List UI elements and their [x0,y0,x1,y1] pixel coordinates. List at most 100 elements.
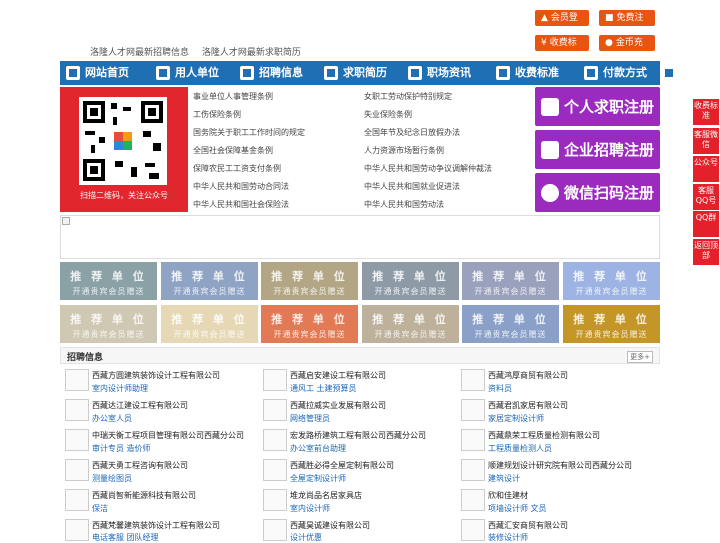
company-name[interactable]: 西藏胜必得全屋定制有限公司 [290,460,394,471]
recommend-slot[interactable]: 推 荐 单 位开通贵宾会员赠送 [60,305,157,343]
login-button[interactable]: ▲ 会员登录 [535,10,589,39]
job-position[interactable]: 项墙设计师 文员 [488,503,547,514]
company-logo[interactable] [263,489,287,511]
nav-resumes[interactable]: 求职简历 [318,61,402,85]
job-position[interactable]: 网络管理员 [290,413,330,424]
law-link[interactable]: 女职工劳动保护特别规定 [364,91,452,102]
company-name[interactable]: 西藏汇安商贸有限公司 [488,520,568,531]
law-link[interactable]: 中华人民共和国就业促进法 [364,181,460,192]
top-link-jobs[interactable]: 洛隆人才网最新招聘信息 [90,48,189,58]
job-position[interactable]: 办公室前台助理 [290,443,346,454]
job-position[interactable]: 全屋定制设计师 [290,473,346,484]
company-logo[interactable] [461,459,485,481]
company-name[interactable]: 西藏启安建设工程有限公司 [290,370,386,381]
company-logo[interactable] [65,459,89,481]
company-logo[interactable] [65,489,89,511]
company-logo[interactable] [65,399,89,421]
company-logo[interactable] [461,429,485,451]
company-name[interactable]: 堆龙尚品名居家具店 [290,490,362,501]
company-name[interactable]: 欣和佳建材 [488,490,528,501]
company-logo[interactable] [263,369,287,391]
job-position[interactable]: 测量绘图员 [92,473,132,484]
company-logo[interactable] [65,369,89,391]
law-link[interactable]: 人力资源市场暂行条例 [364,145,444,156]
job-position[interactable]: 审计专员 造价师 [92,443,151,454]
job-position[interactable]: 设计优惠 [290,532,322,543]
company-name[interactable]: 西藏昊诚建设有限公司 [290,520,370,531]
job-position[interactable]: 建筑设计 [488,473,520,484]
company-logo[interactable] [263,399,287,421]
law-link[interactable]: 全国年节及纪念日放假办法 [364,127,460,138]
nav-news[interactable]: 职场资讯 [402,61,490,85]
nav-home[interactable]: 网站首页 [60,61,150,85]
nav-jobs[interactable]: 招聘信息 [234,61,318,85]
company-logo[interactable] [263,429,287,451]
law-link[interactable]: 失业保险条例 [364,109,412,120]
law-link[interactable]: 国务院关于职工工作时间的规定 [193,127,305,138]
nav-pricing[interactable]: 收费标准 [490,61,578,85]
recommend-slot[interactable]: 推 荐 单 位开通贵宾会员赠送 [161,262,258,300]
company-name[interactable]: 西藏君凯家居有限公司 [488,400,568,411]
nav-payment[interactable]: 付款方式 [578,61,656,85]
company-name[interactable]: 西藏鸿厚商贸有限公司 [488,370,568,381]
company-logo[interactable] [461,399,485,421]
company-name[interactable]: 中瑞天衡工程项目管理有限公司西藏分公司 [92,430,244,441]
job-position[interactable]: 室内设计师 [290,503,330,514]
recommend-slot[interactable]: 推 荐 单 位开通贵宾会员赠送 [362,262,459,300]
law-link[interactable]: 中华人民共和国社会保险法 [193,199,289,210]
side-qq-button[interactable]: 客服QQ号 [693,184,719,210]
job-position[interactable]: 工程质量检测人员 [488,443,552,454]
job-position[interactable]: 家居定制设计师 [488,413,544,424]
side-pricing-button[interactable]: 收费标准 [693,99,719,125]
law-link[interactable]: 保障农民工工资支付条例 [193,163,281,174]
law-link[interactable]: 全国社会保障基金条例 [193,145,273,156]
company-name[interactable]: 西藏方圆建筑装饰设计工程有限公司 [92,370,220,381]
nav-employers[interactable]: 用人单位 [150,61,234,85]
recommend-slot[interactable]: 推 荐 单 位开通贵宾会员赠送 [462,305,559,343]
company-logo[interactable] [461,369,485,391]
job-position[interactable]: 办公室人员 [92,413,132,424]
company-name[interactable]: 西藏天勇工程咨询有限公司 [92,460,188,471]
wechat-register-button[interactable]: 微信扫码注册 [535,173,660,212]
company-logo[interactable] [461,489,485,511]
register-button[interactable]: ■ 免费注册 [599,10,655,39]
recommend-slot[interactable]: 推 荐 单 位开通贵宾会员赠送 [563,262,660,300]
nav-contact[interactable]: 联系客服 [656,61,720,85]
side-qq-group-button[interactable]: QQ群 [693,211,719,237]
recharge-button[interactable]: ● 金币充值 [599,35,655,64]
company-logo[interactable] [263,459,287,481]
job-position[interactable]: 电话客服 团队经理 [92,532,159,543]
banner-image[interactable] [60,215,660,259]
more-button[interactable]: 更多+ [627,351,653,363]
company-name[interactable]: 西藏尚智新能源科技有限公司 [92,490,196,501]
personal-register-button[interactable]: 个人求职注册 [535,87,660,126]
pricing-button[interactable]: ¥ 收费标准 [535,35,589,64]
law-link[interactable]: 中华人民共和国劳动法 [364,199,444,210]
recommend-slot[interactable]: 推 荐 单 位开通贵宾会员赠送 [261,305,358,343]
side-official-account-button[interactable]: 公众号 [693,156,719,182]
company-name[interactable]: 宏发路桥建筑工程有限公司西藏分公司 [290,430,426,441]
recommend-slot[interactable]: 推 荐 单 位开通贵宾会员赠送 [161,305,258,343]
job-position[interactable]: 通风工 土建预算员 [290,383,357,394]
company-logo[interactable] [65,519,89,541]
recommend-slot[interactable]: 推 荐 单 位开通贵宾会员赠送 [60,262,157,300]
job-position[interactable]: 资料员 [488,383,512,394]
company-name[interactable]: 西藏鼎荣工程质量检测有限公司 [488,430,600,441]
job-position[interactable]: 保洁 [92,503,108,514]
law-link[interactable]: 工伤保险条例 [193,109,241,120]
law-link[interactable]: 中华人民共和国劳动争议调解仲裁法 [364,163,492,174]
company-register-button[interactable]: 企业招聘注册 [535,130,660,169]
company-name[interactable]: 西藏拉威实业发展有限公司 [290,400,386,411]
job-position[interactable]: 室内设计师助理 [92,383,148,394]
job-position[interactable]: 装修设计师 [488,532,528,543]
side-wechat-button[interactable]: 客服微信 [693,128,719,154]
company-name[interactable]: 顺建规划设计研究院有限公司西藏分公司 [488,460,632,471]
recommend-slot[interactable]: 推 荐 单 位开通贵宾会员赠送 [563,305,660,343]
top-link-resumes[interactable]: 洛隆人才网最新求职简历 [202,48,301,58]
recommend-slot[interactable]: 推 荐 单 位开通贵宾会员赠送 [362,305,459,343]
company-name[interactable]: 西藏梵馨建筑装饰设计工程有限公司 [92,520,220,531]
company-name[interactable]: 西藏达江建设工程有限公司 [92,400,188,411]
law-link[interactable]: 中华人民共和国劳动合同法 [193,181,289,192]
company-logo[interactable] [263,519,287,541]
law-link[interactable]: 事业单位人事管理条例 [193,91,273,102]
